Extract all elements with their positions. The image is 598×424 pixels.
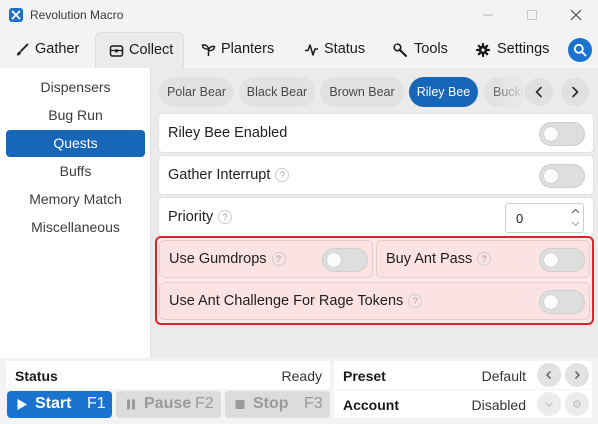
account-dropdown-button[interactable] — [537, 392, 561, 416]
setting-gather-interrupt: Gather Interrupt? — [158, 155, 594, 195]
app-logo-icon — [9, 8, 23, 22]
title-bar: Revolution Macro — [0, 0, 598, 32]
main-tab-bar: Gather Collect Planters Status Tools Set… — [0, 32, 598, 68]
preset-next-button[interactable] — [565, 363, 589, 387]
sidebar-item-miscellaneous[interactable]: Miscellaneous — [6, 214, 145, 241]
subtab-polar-bear[interactable]: Polar Bear — [159, 77, 234, 107]
sidebar: Dispensers Bug Run Quests Buffs Memory M… — [0, 68, 151, 358]
help-icon[interactable]: ? — [275, 168, 290, 182]
search-icon — [573, 43, 587, 57]
setting-buy-ant-pass: Buy Ant Pass? — [376, 240, 590, 278]
tab-gather[interactable]: Gather — [6, 32, 94, 68]
setting-use-gumdrops: Use Gumdrops? — [159, 240, 373, 278]
sidebar-item-buffs[interactable]: Buffs — [6, 158, 145, 185]
setting-label: Priority? — [168, 209, 233, 225]
pulse-icon — [305, 44, 318, 56]
stop-icon — [235, 400, 245, 409]
subtab-next-button[interactable] — [561, 78, 589, 106]
maximize-icon — [527, 10, 537, 20]
subtab-riley-bee[interactable]: Riley Bee — [409, 77, 478, 107]
brush-icon — [17, 43, 29, 56]
close-button[interactable] — [554, 0, 598, 32]
spin-down-button[interactable] — [568, 218, 583, 231]
setting-label: Riley Bee Enabled — [168, 125, 288, 141]
help-icon[interactable]: ? — [408, 294, 423, 308]
tab-tools[interactable]: Tools — [384, 32, 456, 68]
help-icon[interactable]: ? — [477, 252, 492, 266]
chevron-right-icon — [575, 371, 580, 379]
stop-button[interactable]: Stop F3 — [225, 391, 330, 418]
use-gumdrops-toggle[interactable] — [322, 248, 368, 272]
setting-label: Use Gumdrops? — [169, 251, 286, 267]
use-ant-challenge-toggle[interactable] — [539, 290, 585, 314]
start-button[interactable]: Start F1 — [7, 391, 112, 418]
window-title: Revolution Macro — [30, 8, 124, 22]
search-button[interactable] — [568, 38, 592, 62]
chevron-right-icon — [572, 86, 579, 98]
setting-use-ant-challenge: Use Ant Challenge For Rage Tokens? — [159, 282, 590, 320]
subtab-prev-button[interactable] — [525, 78, 553, 106]
subtab-black-bear[interactable]: Black Bear — [239, 77, 315, 107]
account-settings-button[interactable] — [565, 392, 589, 416]
help-icon[interactable]: ? — [271, 252, 286, 266]
tab-collect[interactable]: Collect — [95, 32, 184, 68]
chevron-left-icon — [546, 371, 551, 379]
gear-icon — [573, 400, 581, 408]
priority-number-input[interactable]: 0 — [505, 203, 584, 233]
tab-status[interactable]: Status — [296, 32, 376, 68]
close-icon — [570, 9, 582, 21]
spin-up-button[interactable] — [568, 205, 583, 218]
buy-ant-pass-toggle[interactable] — [539, 248, 585, 272]
setting-riley-bee-enabled: Riley Bee Enabled — [158, 113, 594, 153]
setting-label: Gather Interrupt? — [168, 167, 290, 183]
chevron-down-icon — [571, 221, 580, 227]
tab-settings[interactable]: Settings — [466, 32, 560, 68]
help-icon[interactable]: ? — [218, 210, 233, 224]
tab-planters[interactable]: Planters — [194, 32, 284, 68]
riley-bee-enabled-toggle[interactable] — [539, 122, 585, 146]
gear-icon — [476, 43, 490, 57]
wrench-icon — [393, 43, 407, 57]
chevron-up-icon — [571, 208, 580, 214]
chevron-down-icon — [545, 402, 553, 407]
chevron-left-icon — [535, 86, 542, 98]
account-value: Disabled — [471, 397, 526, 413]
setting-label: Use Ant Challenge For Rage Tokens? — [169, 293, 423, 309]
setting-label: Buy Ant Pass? — [386, 251, 492, 267]
sidebar-item-quests[interactable]: Quests — [6, 130, 145, 157]
subtab-fade — [497, 77, 527, 107]
status-row: Status Ready — [6, 361, 330, 389]
preset-value: Default — [481, 368, 526, 384]
status-value: Ready — [281, 368, 322, 384]
minimize-icon — [483, 14, 493, 16]
minimize-button[interactable] — [466, 0, 510, 32]
pause-icon — [127, 399, 135, 410]
sidebar-item-dispensers[interactable]: Dispensers — [6, 74, 145, 101]
maximize-button[interactable] — [510, 0, 554, 32]
subtab-brown-bear[interactable]: Brown Bear — [320, 77, 404, 107]
pause-button[interactable]: Pause F2 — [116, 391, 221, 418]
chest-icon — [109, 45, 124, 57]
sprout-icon — [201, 44, 216, 56]
sidebar-item-memory-match[interactable]: Memory Match — [6, 186, 145, 213]
preset-prev-button[interactable] — [537, 363, 561, 387]
sidebar-item-bug-run[interactable]: Bug Run — [6, 102, 145, 129]
play-icon — [17, 399, 27, 410]
gather-interrupt-toggle[interactable] — [539, 164, 585, 188]
